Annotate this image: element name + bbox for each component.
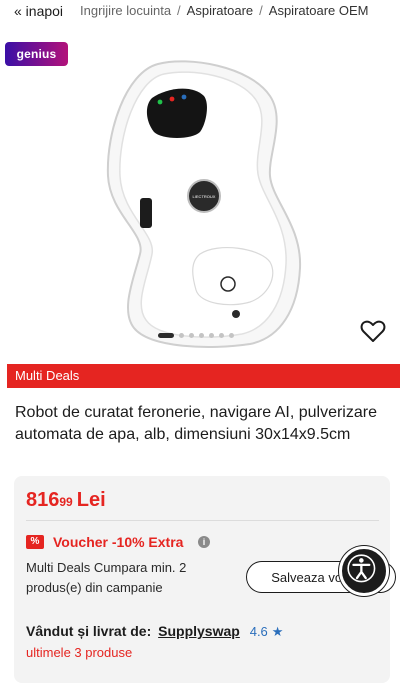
price-currency: Lei — [76, 489, 106, 511]
breadcrumb-item-aspiratoare[interactable]: Aspiratoare — [187, 3, 253, 18]
gallery-dot-active[interactable] — [158, 332, 174, 338]
divider — [26, 520, 379, 521]
star-icon: ★ — [271, 624, 284, 639]
product-price: 81699 Lei — [26, 487, 106, 513]
voucher-percent-icon: % — [26, 535, 44, 549]
info-icon[interactable]: i — [198, 536, 210, 548]
breadcrumb-trail: Ingrijire locuinta / Aspiratoare / Aspiratoa… — [80, 0, 372, 22]
gallery-dot[interactable] — [179, 332, 184, 338]
seller-name-link[interactable]: Supplyswap — [158, 623, 240, 639]
back-link[interactable]: « inapoi — [14, 0, 63, 22]
multi-deals-banner[interactable]: Multi Deals — [7, 364, 400, 388]
svg-text:LIECTROUX: LIECTROUX — [193, 194, 216, 199]
gallery-dot[interactable] — [229, 332, 234, 338]
price-integer: 816 — [26, 489, 60, 511]
heart-icon[interactable] — [360, 319, 386, 343]
gallery-dot[interactable] — [219, 332, 224, 338]
breadcrumb-separator: / — [177, 3, 181, 18]
accessibility-icon[interactable] — [339, 546, 389, 596]
stock-status: ultimele 3 produse — [26, 645, 133, 660]
campaign-text: Multi Deals Cumpara min. 2 produs(e) din… — [26, 560, 187, 595]
breadcrumb: « inapoi Ingrijire locuinta / Aspiratoare /… — [0, 0, 405, 26]
gallery-dot[interactable] — [199, 332, 204, 338]
product-title: Robot de curatat feronerie, navigare AI,… — [15, 404, 377, 443]
product-image[interactable]: LIECTROUX — [100, 58, 305, 348]
breadcrumb-item-aspiratoare-oem[interactable]: Aspiratoare OEM — [269, 3, 369, 18]
breadcrumb-separator: / — [259, 3, 263, 18]
gallery-dot[interactable] — [209, 332, 214, 338]
gallery-dot[interactable] — [189, 332, 194, 338]
price-decimals: 99 — [59, 495, 73, 509]
genius-badge: genius — [5, 42, 68, 66]
breadcrumb-item-ingrijire[interactable]: Ingrijire locuinta — [80, 3, 171, 18]
voucher-label: Voucher -10% Extra — [53, 534, 184, 550]
gallery-pagination[interactable] — [158, 331, 234, 339]
seller-rating: 4.6 — [249, 624, 268, 639]
seller-info: Vândut și livrat de: Supplyswap 4.6 ★ — [26, 622, 283, 641]
seller-label: Vândut și livrat de: — [26, 623, 152, 639]
